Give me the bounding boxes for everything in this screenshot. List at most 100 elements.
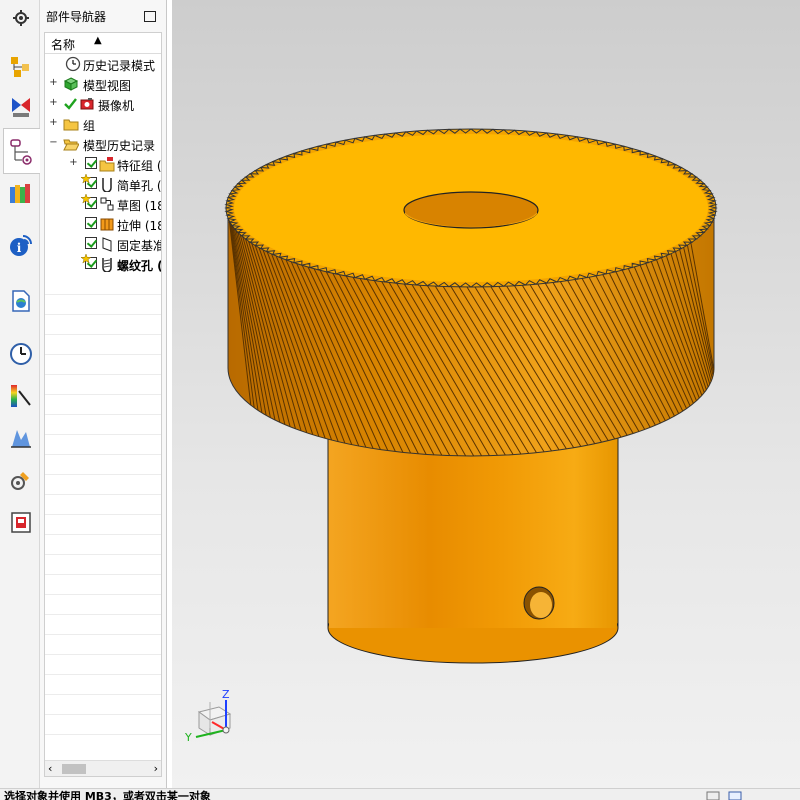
scroll-right-icon[interactable]: › xyxy=(154,762,158,775)
constraint-navigator-icon[interactable] xyxy=(6,92,36,122)
tree-grid-line xyxy=(45,374,161,375)
tree-grid-line xyxy=(45,614,161,615)
tree-item-label: 摄像机 xyxy=(98,99,135,113)
green-checkmark-icon xyxy=(64,98,77,110)
camera-icon xyxy=(80,98,94,110)
tree-grid-line xyxy=(45,694,161,695)
gear-model[interactable]: Z Y xyxy=(172,0,800,788)
window-icon[interactable] xyxy=(728,791,742,800)
tree-item-label: 特征组 ( xyxy=(117,159,162,173)
scrollbar-thumb[interactable] xyxy=(62,764,86,774)
tree-grid-line xyxy=(45,654,161,655)
tree-item-history-mode[interactable]: 历史记录模式 xyxy=(45,54,161,74)
resource-bar: i xyxy=(0,0,40,788)
tree-grid-line xyxy=(45,554,161,555)
expand-toggle[interactable]: + xyxy=(69,158,78,168)
navigator-tree[interactable]: 名称 ▲ 历史记录模式 + 模型视图 + 摄像机 + 组 − 模型历史记录 + … xyxy=(44,32,162,777)
tree-item-label: 历史记录模式 xyxy=(83,59,156,73)
column-header[interactable]: 名称 ▲ xyxy=(45,33,161,54)
collapse-toggle[interactable]: − xyxy=(49,138,58,148)
history-icon[interactable] xyxy=(6,339,36,369)
tree-grid-line xyxy=(45,394,161,395)
tree-grid-line xyxy=(45,434,161,435)
tree-item-model-views[interactable]: + 模型视图 xyxy=(45,74,161,94)
tree-item-cameras[interactable]: + 摄像机 xyxy=(45,94,161,114)
tree-grid-line xyxy=(45,574,161,575)
expand-toggle[interactable]: + xyxy=(49,98,58,108)
sketch-icon xyxy=(100,197,114,211)
status-bar: 选择对象并使用 MB3，或者双击某一对象 xyxy=(0,788,800,800)
tree-grid-line xyxy=(45,414,161,415)
tree-grid-line xyxy=(45,634,161,635)
visibility-checkbox[interactable] xyxy=(85,157,97,169)
sort-ascending-icon: ▲ xyxy=(94,35,102,46)
web-browser-icon[interactable] xyxy=(6,286,36,316)
tree-grid-line xyxy=(45,674,161,675)
tree-item-label: 模型历史记录 xyxy=(83,139,156,153)
bore-hole[interactable] xyxy=(403,191,539,229)
tree-item-extrude[interactable]: 拉伸 (18 xyxy=(45,214,162,234)
extrude-icon xyxy=(100,218,114,231)
process-studio-icon[interactable] xyxy=(6,466,36,496)
expand-toggle[interactable]: + xyxy=(49,78,58,88)
visibility-checkbox[interactable] xyxy=(85,217,97,229)
clock-icon xyxy=(65,56,81,72)
panel-title: 部件导航器 xyxy=(46,10,107,24)
roles-icon[interactable] xyxy=(6,507,36,537)
tree-item-label: 草图 (18 xyxy=(117,199,162,213)
tree-item-sketch[interactable]: 草图 (18 xyxy=(45,194,162,214)
folder-icon xyxy=(63,119,79,131)
settings-gear-icon[interactable] xyxy=(6,3,36,33)
horizontal-scrollbar[interactable]: ‹ › xyxy=(45,760,161,776)
tree-grid-line xyxy=(45,474,161,475)
status-icons xyxy=(705,790,745,800)
tree-grid-line xyxy=(45,294,161,295)
expand-toggle[interactable]: + xyxy=(49,118,58,128)
tree-grid-line xyxy=(45,454,161,455)
tree-item-label: 简单孔 ( xyxy=(117,179,162,193)
tree-item-label: 组 xyxy=(83,119,96,133)
reuse-library-icon[interactable] xyxy=(6,178,36,208)
status-message: 选择对象并使用 MB3，或者双击某一对象 xyxy=(4,790,211,800)
tree-item-label: 拉伸 (18 xyxy=(117,219,162,233)
svg-text:i: i xyxy=(17,241,22,255)
tree-grid-line xyxy=(45,594,161,595)
simple-hole-icon xyxy=(102,178,112,192)
analysis-icon[interactable] xyxy=(6,423,36,453)
info-icon[interactable]: i xyxy=(6,230,36,260)
threaded-hole-icon xyxy=(102,258,112,272)
tree-grid-line xyxy=(45,354,161,355)
tree-grid-line xyxy=(45,314,161,315)
y-axis-label: Y xyxy=(184,731,192,744)
tree-grid-line xyxy=(45,734,161,735)
z-axis-label: Z xyxy=(222,688,230,701)
scroll-left-icon[interactable]: ‹ xyxy=(48,762,52,775)
side-hole[interactable] xyxy=(523,586,555,620)
part-navigator-icon[interactable] xyxy=(3,128,40,174)
part-navigator-panel: 部件导航器 名称 ▲ 历史记录模式 + 模型视图 + 摄像机 + 组 − 模型历… xyxy=(40,0,167,788)
tree-grid-line xyxy=(45,534,161,535)
visibility-checkbox[interactable] xyxy=(85,237,97,249)
tree-grid-line xyxy=(45,334,161,335)
hub-cylinder[interactable] xyxy=(327,429,619,664)
sketch-star-icon xyxy=(81,174,91,184)
datum-plane-icon xyxy=(102,237,112,252)
coordinate-triad: Z Y xyxy=(184,688,232,744)
tree-item-simple-hole[interactable]: 简单孔 ( xyxy=(45,174,162,194)
graphics-window[interactable]: Z Y xyxy=(172,0,800,788)
maximize-icon[interactable] xyxy=(144,11,156,22)
tree-item-datum[interactable]: 固定基准 xyxy=(45,234,161,254)
tree-grid-line xyxy=(45,514,161,515)
tree-item-threaded-hole[interactable]: 螺纹孔 ( xyxy=(45,254,162,274)
sketch-star-icon xyxy=(81,194,91,204)
assembly-navigator-icon[interactable] xyxy=(6,52,36,82)
tree-item-label: 螺纹孔 ( xyxy=(117,259,162,273)
column-header-name[interactable]: 名称 xyxy=(51,36,75,53)
selection-filter-icon[interactable] xyxy=(706,791,720,800)
tree-item-groups[interactable]: + 组 xyxy=(45,114,161,134)
visualization-icon[interactable] xyxy=(6,381,36,411)
tree-grid-line xyxy=(45,494,161,495)
tree-grid-line xyxy=(45,714,161,715)
tree-item-model-history[interactable]: − 模型历史记录 xyxy=(45,134,161,154)
tree-item-feature-group[interactable]: + 特征组 ( xyxy=(45,154,162,174)
